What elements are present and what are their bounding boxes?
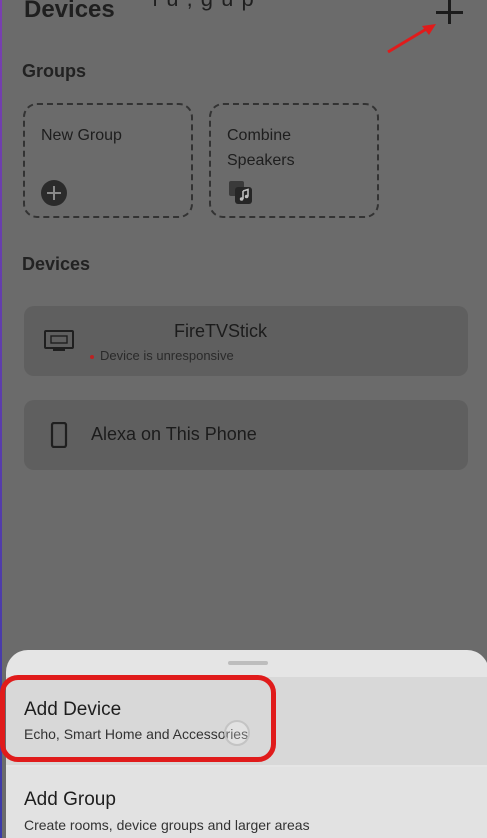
touch-indicator: [224, 720, 250, 746]
device-name: Alexa on This Phone: [91, 424, 257, 444]
device-card-alexa-phone[interactable]: Alexa on This Phone: [24, 400, 468, 470]
new-group-card[interactable]: New Group: [23, 103, 193, 218]
cut-off-heading: ı u , g u p: [152, 0, 255, 12]
plus-circle-icon: [41, 180, 67, 206]
add-device-option[interactable]: Add Device Echo, Smart Home and Accessor…: [6, 677, 487, 765]
add-device-subtitle: Echo, Smart Home and Accessories: [24, 726, 249, 742]
combine-speakers-card[interactable]: Combine Speakers: [209, 103, 379, 218]
devices-heading: Devices: [22, 254, 91, 274]
groups-heading: Groups: [22, 61, 87, 81]
device-status: Device is unresponsive: [90, 348, 234, 363]
speakers-icon: [229, 181, 252, 204]
add-group-title: Add Group: [24, 789, 116, 810]
phone-icon: [50, 422, 68, 448]
combine-speakers-label: Combine Speakers: [227, 127, 295, 169]
device-card-firetvstick[interactable]: FireTVStick Device is unresponsive: [24, 306, 468, 376]
add-group-option[interactable]: Add Group Create rooms, device groups an…: [6, 767, 487, 838]
status-text: Device is unresponsive: [100, 348, 234, 363]
device-name: FireTVStick: [174, 321, 268, 341]
add-device-title: Add Device: [24, 699, 122, 720]
bottom-sheet: Add Device Echo, Smart Home and Accessor…: [0, 650, 487, 838]
status-dot: [90, 354, 94, 359]
devices-screen: Devices ı u , g u p Groups New Group Com…: [0, 0, 487, 838]
sheet-drag-handle[interactable]: [228, 661, 268, 665]
red-arrow-annotation: [387, 24, 436, 54]
new-group-label: New Group: [41, 127, 122, 144]
tv-icon: [44, 330, 74, 351]
add-group-subtitle: Create rooms, device groups and larger a…: [24, 817, 310, 833]
page-title: Devices: [24, 0, 115, 23]
